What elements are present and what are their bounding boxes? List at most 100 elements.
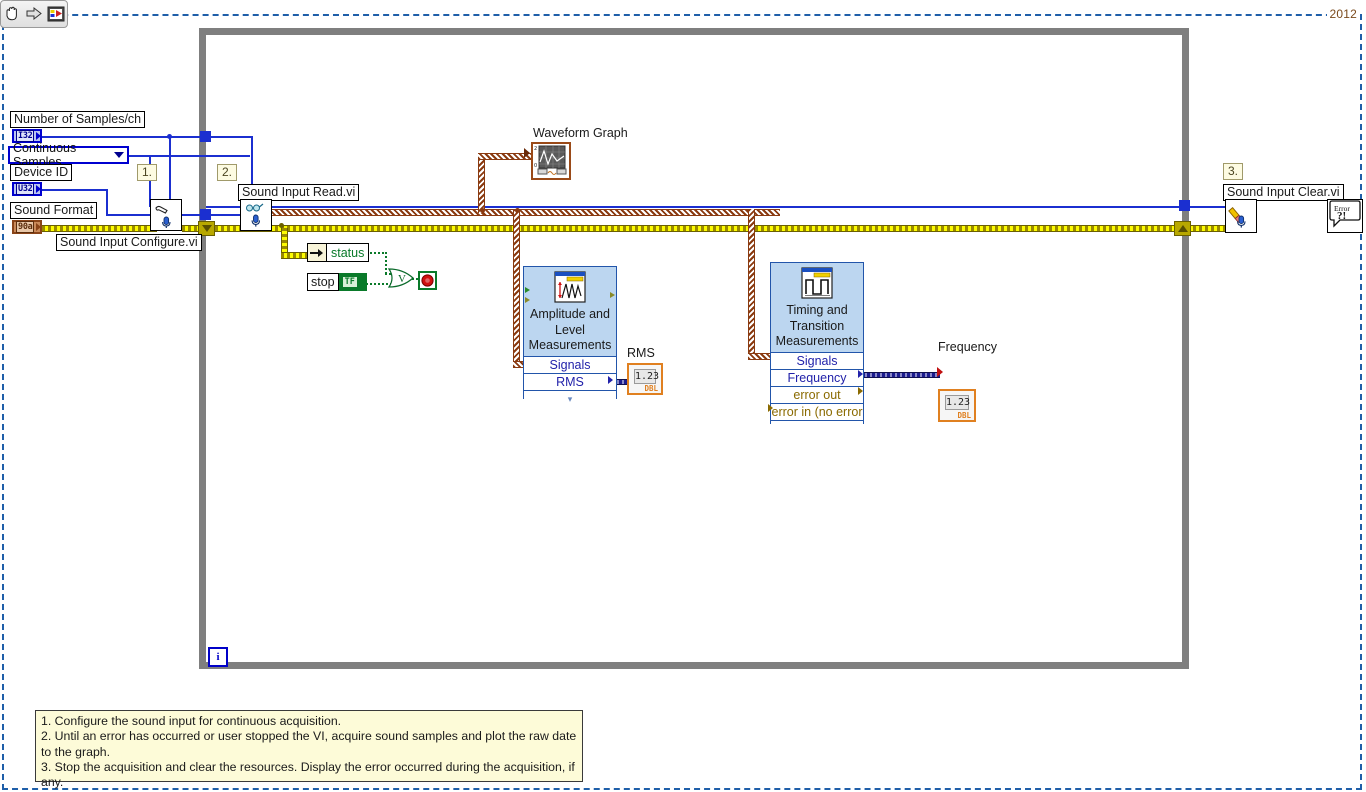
express-terminal-rms-out <box>608 376 613 384</box>
wire-junction-dd-amplitude <box>515 208 520 213</box>
glasses-microphone-icon <box>246 203 264 227</box>
wire-junction-dd-graph <box>480 208 485 213</box>
wire-dd-read-out <box>268 209 484 216</box>
tunnel-error-out-arrow <box>1177 225 1188 232</box>
indicator-rms-value: 1.23 <box>634 369 660 384</box>
label-frequency-indicator: Frequency <box>938 340 998 354</box>
wire-arrow-graph <box>524 148 530 158</box>
node-sound-input-clear[interactable] <box>1225 199 1257 233</box>
comment-line-2: 2. Until an error has occurred or user s… <box>41 729 577 759</box>
express-vi-row-error-out[interactable]: error out <box>771 385 863 403</box>
express-terminal-in-2 <box>525 297 530 303</box>
labview-snippet-icon[interactable] <box>47 5 65 23</box>
indicator-frequency[interactable]: 1.23 DBL <box>938 389 976 422</box>
express-vi-title-line-3: Measurements <box>528 338 612 352</box>
indicator-frequency-value: 1.23 <box>945 395 971 410</box>
wire-error-to-status <box>281 252 308 259</box>
loop-iteration-terminal[interactable]: i <box>208 647 228 667</box>
wire-error-long <box>215 225 1240 232</box>
express-vi-expand-chevron-icon[interactable]: ▾ <box>524 389 616 404</box>
tunnel-task-mid <box>200 209 211 220</box>
wire-dd-to-amplitude-vertical <box>513 209 520 365</box>
tunnel-task-in <box>200 131 211 142</box>
terminal-sound-format[interactable]: 90a <box>12 220 42 234</box>
indicator-rms-type: DBL <box>644 384 658 393</box>
status-indicator-group[interactable]: status <box>307 243 370 262</box>
express-vi-row-rms[interactable]: RMS <box>524 372 616 390</box>
label-rms-indicator: RMS <box>627 346 655 360</box>
waveform-graph-icon: 2 0 <box>534 145 567 175</box>
stop-terminal[interactable]: TF <box>338 273 367 291</box>
express-vi-row-frequency[interactable]: Frequency <box>771 368 863 386</box>
terminal-arrow-icon <box>36 185 42 193</box>
wire-samples-branch-down <box>169 136 171 206</box>
express-terminal-errorin <box>768 404 773 412</box>
node-sound-input-configure[interactable] <box>150 199 182 231</box>
tunnel-task-out <box>1179 200 1190 211</box>
tunnel-error-out <box>1174 221 1191 236</box>
wire-deviceid-horizontal <box>42 189 107 191</box>
toolbar[interactable] <box>0 0 68 28</box>
indicator-rms[interactable]: 1.23 DBL <box>627 363 663 395</box>
svg-text:V: V <box>398 273 406 285</box>
wire-junction-samples <box>167 134 172 139</box>
stop-button-icon[interactable] <box>418 271 437 290</box>
wire-error-soundformat <box>42 225 157 232</box>
express-terminal-frequency-out <box>858 370 863 378</box>
express-vi-row-signals[interactable]: Signals <box>524 355 616 373</box>
error-dialog-icon: Error ?! <box>1329 200 1361 228</box>
step-marker-2: 2. <box>217 164 238 181</box>
wire-dd-to-timing-vertical <box>748 209 755 357</box>
express-terminal-out-1 <box>610 292 615 298</box>
wire-task-long <box>206 206 1236 208</box>
terminal-arrow-icon <box>36 223 42 231</box>
step-marker-1: 1. <box>137 164 158 181</box>
tunnel-error-in-arrow <box>201 225 212 232</box>
comment-line-1: 1. Configure the sound input for continu… <box>41 714 342 728</box>
wire-frequency-to-indicator <box>862 372 940 378</box>
node-error-dialog[interactable]: Error ?! <box>1327 199 1363 233</box>
express-vi-title-line-1: Timing and <box>786 303 848 317</box>
express-vi-timing-and-transition-measurements[interactable]: Timing and Transition Measurements Signa… <box>770 262 864 429</box>
labview-version-tag: 2012 <box>1326 7 1360 21</box>
or-gate[interactable]: V <box>387 268 414 288</box>
control-sample-mode[interactable]: Continuous Samples <box>8 141 129 169</box>
stop-type-tf: TF <box>341 276 358 288</box>
status-label: status <box>327 243 370 262</box>
wire-deviceid-to-configure <box>106 214 150 216</box>
express-vi-title-line-2: Transition <box>789 318 845 333</box>
express-vi-amplitude-and-level-measurements[interactable]: Amplitude and Level Measurements Signals… <box>523 266 617 404</box>
terminal-device-id[interactable]: U32 <box>12 182 42 196</box>
node-sound-input-read[interactable] <box>240 199 272 231</box>
wire-task-top <box>181 136 253 138</box>
wire-dd-to-graph-vertical <box>478 153 485 213</box>
amplitude-level-icon <box>554 271 586 303</box>
comment-line-3: 3. Stop the acquisition and clear the re… <box>41 759 575 790</box>
while-loop-structure[interactable] <box>199 28 1189 669</box>
express-vi-title-line-3: Measurements <box>775 334 859 348</box>
express-terminal-in-1 <box>525 287 530 293</box>
stop-control-group[interactable]: stop TF <box>307 273 367 291</box>
terminal-type-u32: U32 <box>16 183 35 195</box>
hand-tool-icon[interactable] <box>3 5 21 23</box>
terminal-type-soundformat: 90a <box>16 221 35 233</box>
status-arrow-icon <box>307 243 327 262</box>
stop-terminal-arrow-icon <box>357 277 364 287</box>
express-vi-title-line-2: Level <box>555 322 585 337</box>
comment-box[interactable]: 1. Configure the sound input for continu… <box>35 710 583 789</box>
label-sound-format: Sound Format <box>10 202 98 219</box>
svg-text:0: 0 <box>534 163 537 169</box>
error-dialog-mark: ?! <box>1337 210 1346 222</box>
label-waveform-graph: Waveform Graph <box>533 126 628 140</box>
chevron-down-icon[interactable] <box>114 152 124 158</box>
express-vi-title-line-1: Amplitude and <box>530 307 610 321</box>
express-vi-row-error-in[interactable]: error in (no error <box>771 402 863 420</box>
svg-text:2: 2 <box>534 146 537 152</box>
eraser-microphone-icon <box>1228 207 1246 228</box>
wire-junction-error <box>279 223 284 228</box>
label-device-id: Device ID <box>10 164 73 181</box>
run-arrow-icon[interactable] <box>25 5 43 23</box>
express-vi-row-signals[interactable]: Signals <box>771 351 863 369</box>
node-waveform-graph[interactable]: 2 0 <box>531 142 571 180</box>
wire-dd-bus <box>484 209 780 216</box>
